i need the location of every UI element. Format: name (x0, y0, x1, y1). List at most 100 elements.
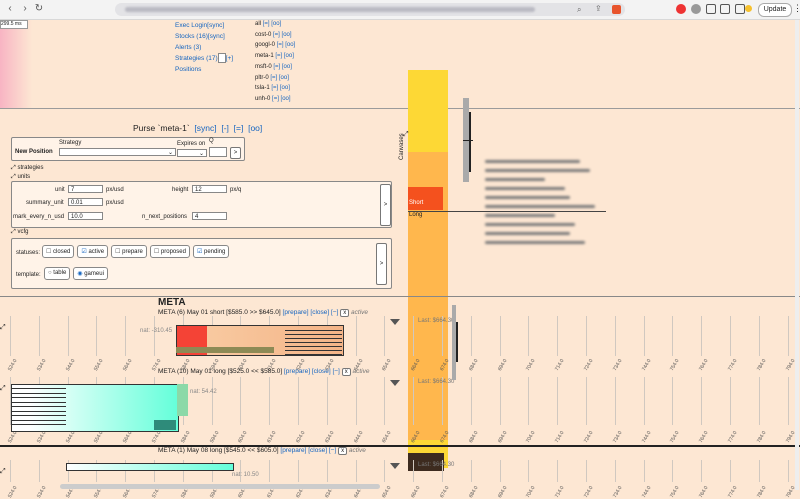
purse-minus-link[interactable]: [-] (221, 123, 229, 133)
grid-line (701, 316, 703, 356)
ticker-links[interactable]: [=] [oo] (272, 96, 291, 102)
purse-sync-link[interactable]: [sync] (194, 123, 216, 133)
position-action-link[interactable]: [prepare] (284, 368, 310, 375)
grid-line (758, 377, 760, 425)
ticker-links[interactable]: [=] [oo] (271, 85, 290, 91)
ticker-links[interactable]: [=] [oo] (270, 75, 289, 81)
sidebar-icon[interactable] (720, 4, 730, 14)
status-checkbox-prepare[interactable]: ☐ prepare (111, 245, 147, 258)
ticker-links[interactable]: [=] [oo] (277, 42, 296, 48)
hatch-line (285, 330, 342, 331)
ticker-links[interactable]: [=] [oo] (273, 32, 292, 38)
extensions-icon[interactable] (706, 4, 716, 14)
grid-line (96, 316, 98, 356)
stocks-link[interactable]: Stocks (16)[sync] (175, 33, 225, 40)
search-icon[interactable]: ⌕ (577, 5, 581, 15)
purse-eq-link[interactable]: [=] (234, 123, 244, 133)
position-action-link[interactable]: [−] (331, 309, 338, 316)
resize-icon[interactable]: ⤢ (0, 385, 6, 393)
position-action-link[interactable]: [−] (332, 368, 339, 375)
axis-tick-label: 744.0 (640, 430, 653, 444)
hatch-line (11, 392, 66, 394)
brave-shield-icon[interactable] (612, 5, 621, 14)
long-label: Long (409, 212, 423, 218)
grid-line (413, 460, 415, 482)
axis-tick-label: 764.0 (698, 485, 710, 499)
apply-vcfg-button[interactable]: > (376, 243, 387, 285)
profile-icon[interactable] (745, 5, 752, 12)
hatch-line (285, 334, 342, 335)
status-checkbox-active[interactable]: ☑ active (77, 245, 109, 258)
forward-icon[interactable]: › (19, 3, 31, 15)
grid-line (355, 316, 357, 356)
strategies-input[interactable] (217, 53, 226, 64)
axis-tick-label: 674.0 (439, 485, 451, 499)
position-action-link[interactable]: [close] (310, 309, 329, 316)
resize-icon[interactable]: ⤢ (403, 131, 409, 139)
status-label: active (88, 249, 105, 255)
positions-link[interactable]: Positions (175, 66, 201, 73)
horizontal-scrollbar[interactable] (60, 484, 380, 489)
template-radio-gameui[interactable]: ◉ gameui (73, 267, 108, 280)
share-icon[interactable]: ⇪ (595, 4, 602, 13)
position-action-link[interactable]: [prepare] (280, 447, 306, 454)
hatch-line (285, 342, 342, 343)
reload-icon[interactable]: ↻ (33, 3, 45, 15)
quantity-input[interactable] (209, 147, 227, 157)
expires-select[interactable]: ⌄ (177, 149, 207, 157)
height-input[interactable]: 12 (192, 185, 227, 193)
menu-icon[interactable]: ⋮ (793, 3, 800, 14)
grid-line (614, 460, 616, 482)
apply-units-button[interactable]: > (380, 184, 391, 226)
new-position-label: New Position (15, 149, 53, 155)
update-button[interactable]: Update (758, 3, 792, 17)
vcfg-panel: statuses: ☐ closed ☑ active ☐ prepare ☐ pro… (11, 238, 392, 289)
position-action-link[interactable]: [close] (308, 447, 327, 454)
status-checkbox-proposed[interactable]: ☐ proposed (149, 245, 190, 258)
extension-icon[interactable] (691, 4, 701, 14)
grid-line (643, 316, 645, 356)
mark-every-input[interactable]: 10.0 (68, 212, 103, 220)
add-strategy-link[interactable]: [+] (226, 55, 233, 62)
position-action-link[interactable]: [close] (312, 368, 331, 375)
status-checkbox-pending[interactable]: ☑ pending (192, 245, 230, 258)
template-radio-table[interactable]: ○ table (44, 267, 71, 280)
strategies-toggle[interactable]: ⤢ strategies (11, 165, 44, 172)
close-position-button[interactable]: x (341, 368, 351, 376)
unit-input[interactable]: 7 (68, 185, 103, 193)
close-position-button[interactable]: x (338, 447, 348, 455)
expires-label: Expires on (177, 141, 206, 147)
axis-tick-label: 644.0 (352, 430, 365, 444)
close-position-button[interactable]: x (340, 309, 350, 317)
resize-icon[interactable]: ⤢ (0, 324, 6, 332)
n-next-input[interactable]: 4 (192, 212, 227, 220)
ticker-links[interactable]: [=] [oo] (273, 64, 292, 70)
vcfg-toggle[interactable]: ⤢ vcfg (11, 229, 29, 236)
purse-oo-link[interactable]: [oo] (248, 123, 262, 133)
strategy-select[interactable]: ⌄ (59, 148, 176, 156)
status-checkbox-closed[interactable]: ☐ closed (42, 245, 75, 258)
position-action-link[interactable]: [prepare] (283, 309, 309, 316)
grid-line (355, 460, 357, 482)
ticker-name: all (255, 21, 262, 27)
grid-line (125, 316, 127, 356)
summary-unit-input[interactable]: 0.01 (68, 198, 103, 206)
grid-line (240, 377, 242, 425)
ticker-links[interactable]: [=] [oo] (263, 21, 282, 27)
alerts-link[interactable]: Alerts (3) (175, 44, 201, 51)
back-icon[interactable]: ‹ (4, 3, 16, 15)
units-toggle[interactable]: ⤢ units (11, 174, 30, 181)
exec-login-link[interactable]: Exec Login[sync] (175, 22, 224, 29)
extension-icon[interactable] (676, 4, 686, 14)
grid-line (586, 460, 587, 482)
address-bar[interactable]: ⌕ ⇪ (115, 3, 625, 16)
wallet-icon[interactable] (735, 4, 745, 14)
position-action-link[interactable]: [−] (329, 447, 336, 454)
strategies-link[interactable]: Strategies (17) (175, 55, 218, 62)
resize-icon[interactable]: ⤢ (0, 468, 6, 476)
vertical-scrollbar[interactable] (795, 20, 799, 490)
axis-tick-label: 694.0 (496, 358, 509, 372)
create-position-button[interactable]: > (230, 147, 241, 159)
ticker-links[interactable]: [=] [oo] (275, 53, 294, 59)
grid-line (384, 460, 386, 482)
